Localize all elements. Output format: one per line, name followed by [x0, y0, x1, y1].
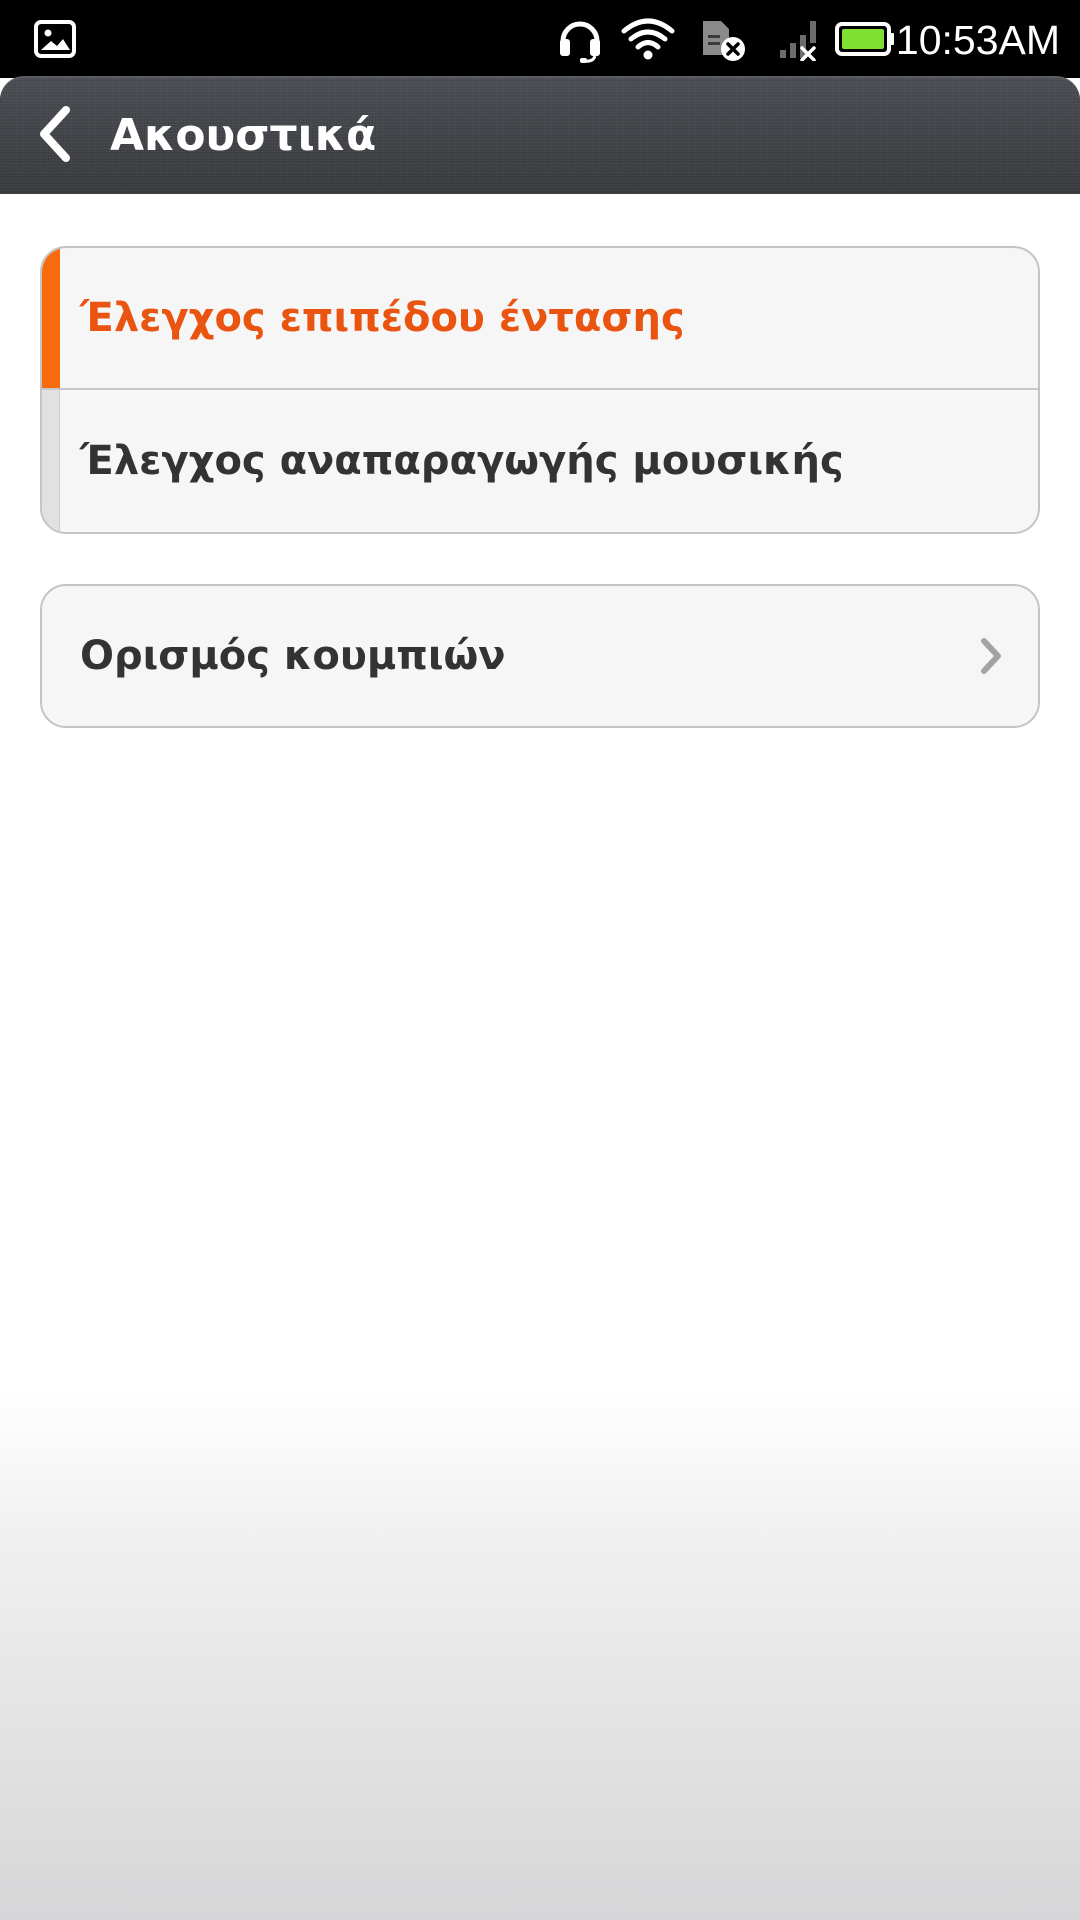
wifi-icon — [618, 0, 678, 78]
status-bar: 10:53AM — [0, 0, 1080, 78]
sim-error-icon — [696, 0, 748, 78]
page-title: Ακουστικά — [110, 110, 377, 161]
image-notification-icon — [30, 0, 80, 78]
back-button[interactable] — [26, 94, 86, 178]
chevron-right-icon — [978, 586, 1004, 726]
list-item-label: Έλεγχος επιπέδου έντασης — [80, 295, 685, 341]
list-item-volume-level-control[interactable]: Έλεγχος επιπέδου έντασης — [42, 248, 1038, 390]
selected-indicator — [42, 248, 60, 388]
chevron-left-icon — [36, 104, 76, 168]
unselected-indicator — [42, 390, 60, 532]
action-bar: Ακουστικά — [0, 76, 1080, 194]
list-item-music-playback-control[interactable]: Έλεγχος αναπαραγωγής μουσικής — [42, 390, 1038, 532]
settings-group: Έλεγχος επιπέδου έντασης Έλεγχος αναπαρα… — [40, 246, 1040, 534]
battery-icon — [834, 0, 896, 78]
list-item-button-settings[interactable]: Ορισμός κουμπιών — [42, 586, 1038, 726]
status-time: 10:53AM — [895, 17, 1060, 63]
headset-icon — [552, 0, 608, 78]
no-signal-icon — [776, 0, 822, 78]
list-item-label: Έλεγχος αναπαραγωγής μουσικής — [80, 438, 844, 484]
settings-group: Ορισμός κουμπιών — [40, 584, 1040, 728]
list-item-label: Ορισμός κουμπιών — [80, 633, 506, 679]
